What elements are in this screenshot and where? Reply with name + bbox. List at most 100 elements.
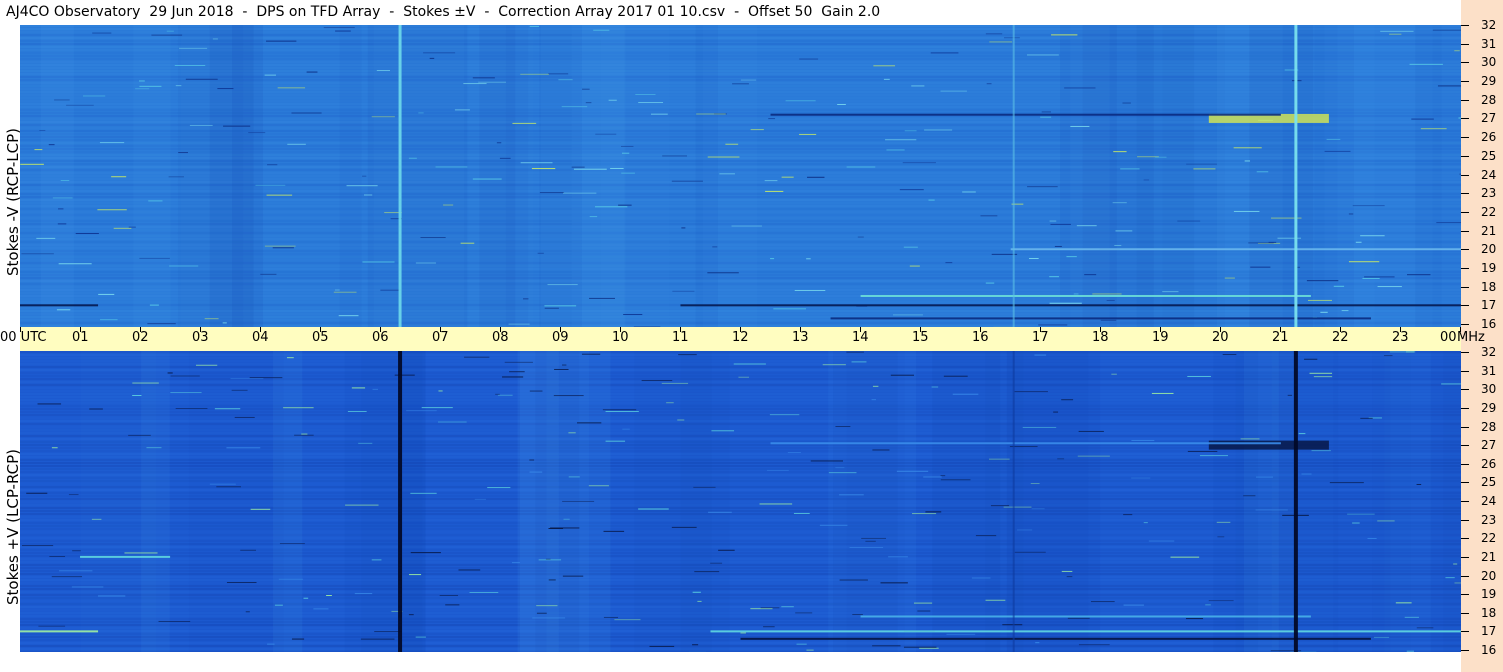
noise-speckle	[99, 142, 125, 144]
y-tick-label: 31	[1481, 364, 1497, 378]
noise-speckle	[536, 612, 547, 614]
noise-speckle	[1193, 168, 1216, 170]
noise-speckle	[469, 592, 499, 594]
noise-speckle	[214, 408, 241, 410]
noise-speckle	[1148, 540, 1175, 542]
y-tick	[1461, 482, 1469, 483]
texture-shade	[1372, 351, 1411, 652]
noise-speckle	[267, 164, 278, 166]
noise-speckle	[593, 29, 610, 31]
noise-speckle	[851, 361, 867, 363]
noise-speckle	[231, 389, 248, 391]
noise-speckle	[561, 106, 588, 108]
noise-speckle	[1029, 258, 1039, 260]
noise-speckle	[169, 265, 199, 267]
noise-speckle	[692, 644, 699, 646]
noise-speckle	[1255, 476, 1274, 478]
horizontal-feature-0	[1208, 440, 1329, 450]
noise-speckle	[558, 79, 573, 81]
noise-speckle	[819, 524, 848, 526]
noise-speckle	[362, 261, 395, 263]
noise-speckle	[649, 645, 675, 647]
noise-speckle	[1377, 520, 1395, 522]
noise-speckle	[671, 526, 697, 528]
noise-speckle	[568, 432, 576, 434]
y-tick	[1461, 427, 1469, 428]
noise-speckle	[846, 351, 864, 353]
noise-speckle	[985, 33, 1003, 35]
time-axis: 00 UTC 01 02 03 04 05 06 07 08 09 10 11 12 13 14 15 16 17…	[0, 327, 1485, 351]
y-tick	[1461, 25, 1469, 26]
noise-speckle	[835, 426, 851, 428]
noise-speckle	[707, 272, 739, 274]
noise-speckle	[376, 70, 390, 72]
noise-speckle	[523, 298, 529, 300]
spectrogram-svg	[20, 351, 1461, 652]
y-tick	[1461, 268, 1469, 269]
noise-speckle	[1404, 616, 1419, 618]
noise-speckle	[1187, 450, 1218, 452]
noise-speckle	[731, 225, 762, 227]
noise-speckle	[793, 512, 810, 514]
y-tick	[1461, 501, 1469, 502]
noise-speckle	[1131, 477, 1151, 479]
horizontal-feature-6	[80, 555, 171, 558]
y-tick-label: 28	[1481, 420, 1497, 434]
y-tick	[1461, 118, 1469, 119]
y-tick-label: 26	[1481, 457, 1497, 471]
noise-speckle	[1123, 604, 1144, 606]
noise-speckle	[497, 394, 513, 396]
noise-speckle	[806, 258, 811, 260]
noise-speckle	[1389, 351, 1416, 353]
noise-speckle	[223, 125, 251, 127]
noise-speckle	[846, 166, 876, 168]
texture-shade	[339, 25, 362, 327]
noise-speckle	[839, 494, 864, 496]
noise-speckle	[135, 88, 150, 90]
noise-speckle	[474, 498, 486, 500]
noise-speckle	[835, 467, 845, 469]
noise-speckle	[581, 353, 601, 355]
noise-speckle	[1333, 285, 1345, 287]
noise-speckle	[1445, 577, 1455, 579]
noise-speckle	[245, 611, 250, 613]
noise-speckle	[100, 319, 118, 321]
noise-speckle	[326, 595, 332, 597]
noise-speckle	[1066, 576, 1073, 578]
noise-speckle	[278, 578, 304, 580]
noise-speckle	[694, 571, 720, 573]
noise-speckle	[919, 647, 939, 649]
noise-speckle	[1034, 354, 1047, 356]
noise-speckle	[234, 416, 255, 418]
y-tick	[1461, 557, 1469, 558]
noise-speckle	[576, 422, 602, 424]
noise-speckle	[785, 100, 816, 102]
noise-speckle	[892, 314, 923, 316]
x-tick-label: 02	[132, 330, 149, 345]
noise-speckle	[267, 643, 275, 645]
texture-shade	[634, 351, 712, 652]
noise-speckle	[773, 308, 807, 310]
noise-speckle	[781, 176, 794, 178]
x-tick-label: 07	[432, 330, 449, 345]
noise-speckle	[21, 545, 54, 547]
noise-speckle	[989, 41, 1013, 43]
noise-speckle	[1170, 556, 1200, 558]
noise-speckle	[512, 122, 537, 124]
x-tick-label: 08	[492, 330, 509, 345]
noise-speckle	[255, 184, 286, 186]
noise-speckle	[464, 356, 490, 358]
noise-speckle	[1406, 650, 1415, 652]
noise-speckle	[725, 143, 739, 145]
noise-speckle	[662, 155, 688, 157]
x-tick-label: 16	[972, 330, 989, 345]
noise-speckle	[1367, 537, 1377, 539]
y-tick-label: 18	[1481, 606, 1497, 620]
noise-speckle	[57, 223, 67, 225]
noise-speckle	[781, 606, 794, 608]
noise-speckle	[509, 371, 525, 373]
y-tick	[1461, 576, 1469, 577]
noise-speckle	[807, 176, 825, 178]
noise-speckle	[174, 64, 206, 66]
texture-shade	[180, 25, 251, 327]
